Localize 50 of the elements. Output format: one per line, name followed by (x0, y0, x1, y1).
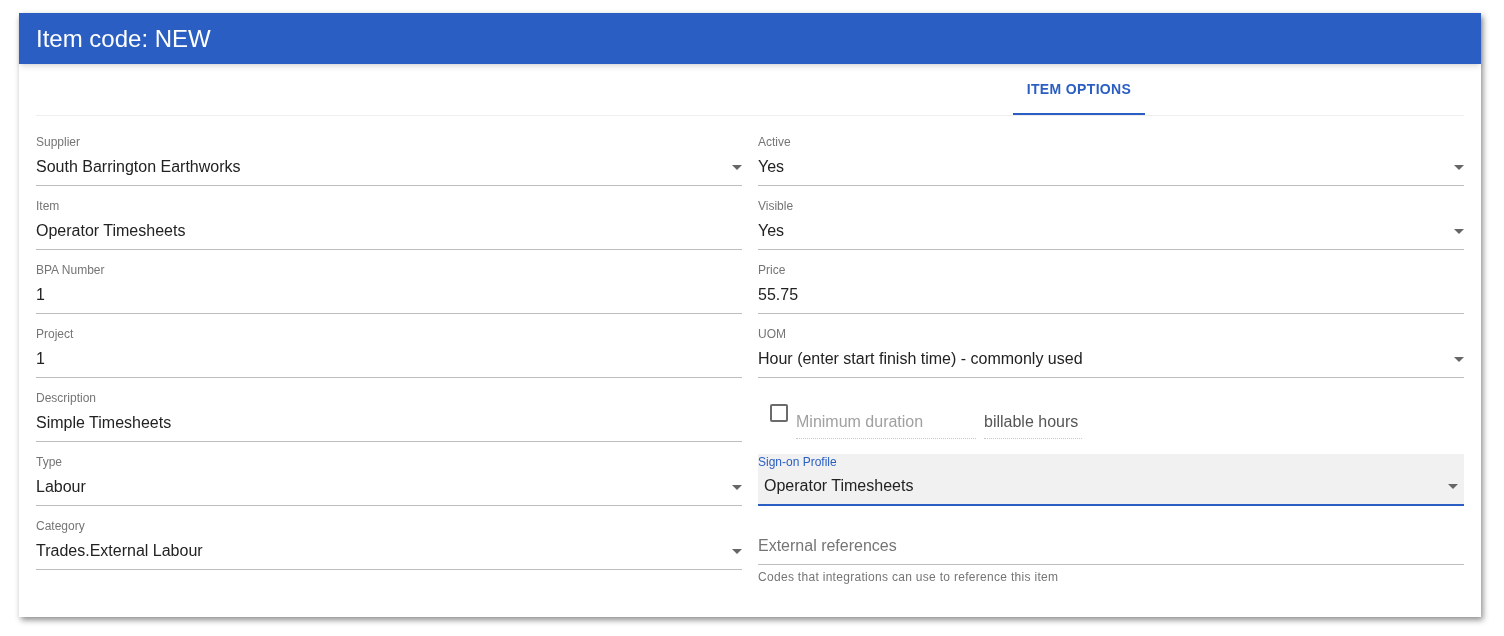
text-field[interactable]: Description Simple Timesheets (36, 390, 742, 442)
text-field[interactable]: Item Operator Timesheets (36, 198, 742, 250)
dropdown-caret-icon (732, 484, 742, 490)
field-value: 55.75 (758, 285, 799, 305)
dropdown-caret-icon (732, 548, 742, 554)
unit-label: billable hours (984, 410, 1083, 439)
dropdown-caret-icon (1454, 228, 1464, 234)
text-field[interactable]: BPA Number 1 (36, 262, 742, 314)
text-field[interactable]: External references (758, 534, 1464, 565)
helper-text: Codes that integrations can use to reference this item (758, 569, 1060, 585)
field-value: Hour (enter start finish time) - commonly used (758, 349, 1083, 369)
tab[interactable]: ITEM OPTIONS (1013, 64, 1145, 115)
field-label: Supplier (36, 134, 82, 150)
field-label: Project (36, 326, 75, 342)
select-field[interactable]: Category Trades.External Labour (36, 518, 742, 570)
field-label: Category (36, 518, 86, 534)
field-label: Active (758, 134, 792, 150)
select-field[interactable]: Supplier South Barrington Earthworks (36, 134, 742, 186)
field-label: Sign-on Profile (758, 454, 838, 470)
field-label: Visible (758, 198, 795, 214)
select-field[interactable]: Active Yes (758, 134, 1464, 186)
text-field[interactable]: Price 55.75 (758, 262, 1464, 314)
select-field[interactable]: Visible Yes (758, 198, 1464, 250)
dropdown-caret-icon (1448, 483, 1458, 489)
field-label: Item (36, 198, 61, 214)
checkbox[interactable] (770, 404, 788, 422)
field-label: Description (36, 390, 98, 406)
dropdown-caret-icon (732, 164, 742, 170)
field-value: Trades.External Labour (36, 541, 203, 561)
field-label: BPA Number (36, 262, 106, 278)
field-value: 1 (36, 285, 45, 305)
select-field[interactable]: UOM Hour (enter start finish time) - commonly used (758, 326, 1464, 378)
field-value: Operator Timesheets (764, 476, 914, 496)
duration-field[interactable]: Minimum duration (796, 410, 976, 439)
header-title: Item code: NEW (36, 23, 211, 54)
field-value: Simple Timesheets (36, 413, 172, 433)
dropdown-caret-icon (1454, 356, 1464, 362)
select-field[interactable]: Sign-on Profile Operator Timesheets (758, 454, 1464, 506)
field-value: Yes (758, 157, 785, 177)
field-value: Operator Timesheets (36, 221, 186, 241)
field-label: UOM (758, 326, 787, 342)
field-value: South Barrington Earthworks (36, 157, 241, 177)
field-value: 1 (36, 349, 45, 369)
field-value: Labour (36, 477, 86, 497)
field-label: Price (758, 262, 787, 278)
select-field[interactable]: Type Labour (36, 454, 742, 506)
field-label: Type (36, 454, 63, 470)
field-value: Yes (758, 221, 785, 241)
text-field[interactable]: Project 1 (36, 326, 742, 378)
dropdown-caret-icon (1454, 164, 1464, 170)
